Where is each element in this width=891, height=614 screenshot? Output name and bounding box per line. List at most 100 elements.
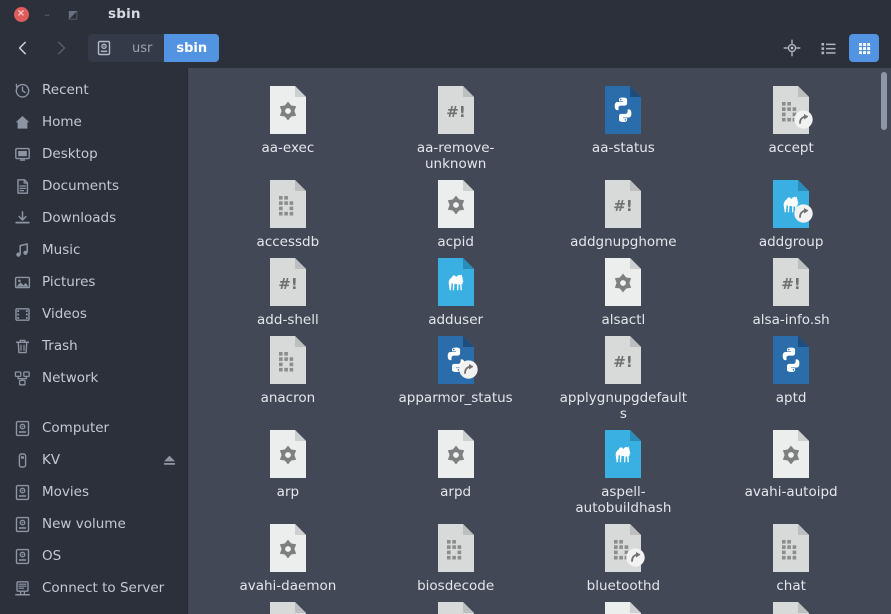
file-item[interactable]: #!aa-remove-unknown	[372, 78, 540, 172]
file-item[interactable]: addgroup	[707, 172, 875, 250]
grid-view-button[interactable]	[849, 34, 879, 62]
file-item-label: alsactl	[601, 312, 645, 328]
gear-file-icon	[268, 86, 308, 134]
sidebar-item-label: Music	[42, 242, 177, 258]
sidebar-item-label: KV	[42, 452, 151, 468]
sidebar-item-documents[interactable]: Documents	[0, 170, 187, 202]
close-button[interactable]: ×	[8, 1, 34, 27]
binary-file-icon	[268, 602, 308, 614]
file-item[interactable]: avahi-daemon	[204, 516, 372, 594]
sidebar-item-label: Connect to Server	[42, 580, 177, 596]
shell-file-icon: #!	[436, 86, 476, 134]
file-item[interactable]: arp	[204, 422, 372, 516]
file-item[interactable]: anacron	[204, 328, 372, 422]
drive-icon	[14, 484, 31, 501]
chevron-left-icon	[15, 40, 31, 56]
python-file-icon	[603, 86, 643, 134]
breadcrumb-item-computer[interactable]	[88, 34, 120, 62]
file-item[interactable]: accept	[707, 78, 875, 172]
maximize-button[interactable]: ◩	[60, 1, 86, 27]
file-item[interactable]: aa-exec	[204, 78, 372, 172]
minimize-button[interactable]: –	[34, 1, 60, 27]
grid-view-icon	[856, 40, 873, 57]
binary-file-icon	[771, 86, 811, 134]
document-icon	[14, 178, 31, 195]
file-grid: aa-exec#!aa-remove-unknownaa-statusaccep…	[188, 68, 891, 614]
file-item[interactable]: chat	[707, 516, 875, 594]
sidebar-item-new-volume[interactable]: New volume	[0, 508, 187, 540]
location-button[interactable]	[777, 34, 807, 62]
sidebar-item-music[interactable]: Music	[0, 234, 187, 266]
breadcrumb-item-usr[interactable]: usr	[120, 34, 164, 62]
drive-icon	[14, 548, 31, 565]
file-item-label: avahi-daemon	[239, 578, 336, 594]
file-item-label: anacron	[261, 390, 316, 406]
file-item[interactable]: biosdecode	[372, 516, 540, 594]
sidebar-item-label: Computer	[42, 420, 177, 436]
sidebar-item-movies[interactable]: Movies	[0, 476, 187, 508]
scrollbar-thumb[interactable]	[881, 72, 887, 130]
file-item[interactable]: acpid	[372, 172, 540, 250]
vertical-scrollbar[interactable]	[881, 72, 887, 614]
file-item[interactable]: #!alsa-info.sh	[707, 250, 875, 328]
file-item[interactable]: apparmor_status	[372, 328, 540, 422]
clock-icon	[14, 82, 31, 99]
python-file-icon	[771, 336, 811, 384]
file-item[interactable]: #!applygnupgdefaults	[540, 328, 708, 422]
file-item-label: avahi-autoipd	[745, 484, 838, 500]
file-item[interactable]	[707, 594, 875, 614]
file-item[interactable]	[540, 594, 708, 614]
sidebar-item-videos[interactable]: Videos	[0, 298, 187, 330]
file-item[interactable]: adduser	[372, 250, 540, 328]
sidebar-divider	[0, 394, 187, 412]
sidebar-item-desktop[interactable]: Desktop	[0, 138, 187, 170]
sidebar-item-connect-to-server[interactable]: Connect to Server	[0, 572, 187, 604]
sidebar-item-os[interactable]: OS	[0, 540, 187, 572]
file-item-label: bluetoothd	[587, 578, 660, 594]
breadcrumb-item-sbin[interactable]: sbin	[164, 34, 219, 62]
eject-icon[interactable]	[162, 453, 177, 468]
file-item[interactable]: arpd	[372, 422, 540, 516]
sidebar-devices: Computer KV MoviesNew volumeOS Connect to S…	[0, 412, 187, 604]
sidebar-item-home[interactable]: Home	[0, 106, 187, 138]
back-button[interactable]	[6, 33, 40, 63]
file-item[interactable]	[372, 594, 540, 614]
sidebar-item-downloads[interactable]: Downloads	[0, 202, 187, 234]
binary-file-icon	[771, 524, 811, 572]
sidebar-item-recent[interactable]: Recent	[0, 74, 187, 106]
file-item-label: aptd	[776, 390, 807, 406]
file-grid-area[interactable]: aa-exec#!aa-remove-unknownaa-statusaccep…	[188, 68, 891, 614]
file-item-label: alsa-info.sh	[753, 312, 830, 328]
drive-icon	[14, 420, 31, 437]
list-view-button[interactable]	[813, 34, 843, 62]
sidebar-item-computer[interactable]: Computer	[0, 412, 187, 444]
file-item[interactable]: bluetoothd	[540, 516, 708, 594]
gear-file-icon	[603, 602, 643, 614]
file-item-label: biosdecode	[417, 578, 494, 594]
sidebar-item-network[interactable]: Network	[0, 362, 187, 394]
binary-file-icon	[268, 180, 308, 228]
file-item[interactable]: avahi-autoipd	[707, 422, 875, 516]
sidebar-item-label: Desktop	[42, 146, 177, 162]
music-icon	[14, 242, 31, 259]
file-item[interactable]: alsactl	[540, 250, 708, 328]
file-item[interactable]: #!add-shell	[204, 250, 372, 328]
sidebar-item-pictures[interactable]: Pictures	[0, 266, 187, 298]
file-item[interactable]: #!addgnupghome	[540, 172, 708, 250]
sidebar-item-label: Downloads	[42, 210, 177, 226]
breadcrumb: usr sbin	[88, 34, 219, 62]
file-item[interactable]: accessdb	[204, 172, 372, 250]
sidebar-item-trash[interactable]: Trash	[0, 330, 187, 362]
sidebar-item-kv[interactable]: KV	[0, 444, 187, 476]
forward-button[interactable]	[44, 33, 78, 63]
binary-file-icon	[268, 336, 308, 384]
binary-file-icon	[436, 602, 476, 614]
svg-text:#!: #!	[614, 353, 633, 371]
perl-file-icon	[771, 180, 811, 228]
file-item[interactable]	[204, 594, 372, 614]
sidebar-item-label: Trash	[42, 338, 177, 354]
file-item[interactable]: aa-status	[540, 78, 708, 172]
file-item[interactable]: aptd	[707, 328, 875, 422]
file-item[interactable]: aspell-autobuildhash	[540, 422, 708, 516]
trash-icon	[14, 338, 31, 355]
